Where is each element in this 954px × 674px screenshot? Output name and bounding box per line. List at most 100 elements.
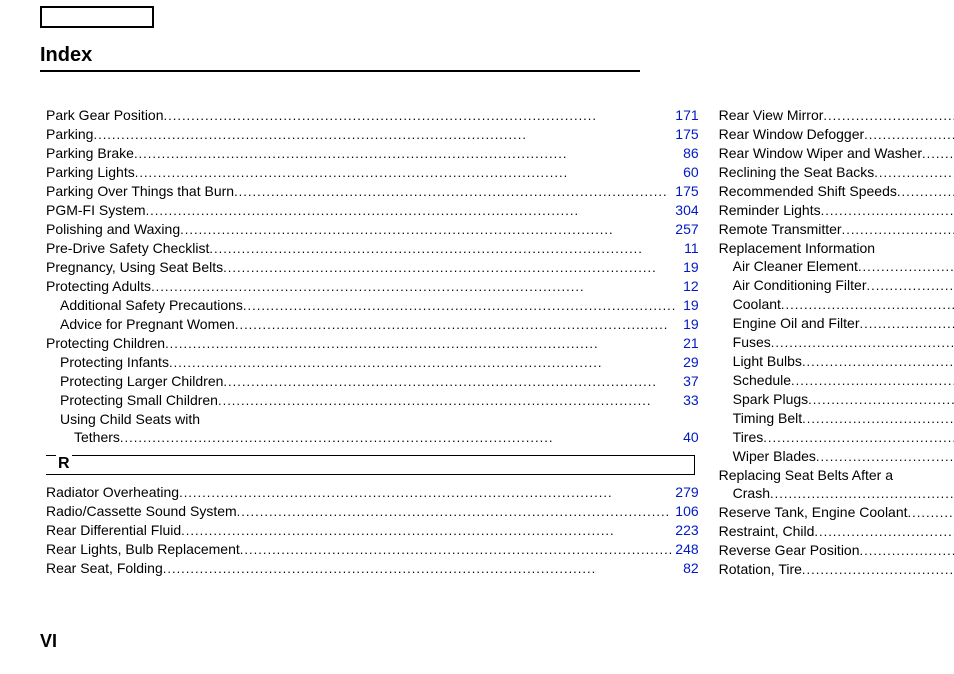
entry-label: Rear View Mirror bbox=[719, 106, 824, 124]
leader-dots bbox=[240, 541, 674, 559]
leader-dots bbox=[235, 316, 681, 334]
entry-page-link[interactable]: 248 bbox=[673, 540, 698, 558]
entry-label: Pregnancy, Using Seat Belts bbox=[46, 258, 223, 276]
page-footer: VI bbox=[40, 631, 57, 652]
entry-label: Using Child Seats with bbox=[60, 410, 200, 428]
entry-page-link[interactable]: 21 bbox=[681, 334, 699, 352]
entry-page-link[interactable]: 175 bbox=[673, 182, 698, 200]
section-box bbox=[46, 455, 695, 475]
leader-dots bbox=[821, 202, 954, 220]
index-entry: Reserve Tank, Engine Coolant156 bbox=[719, 503, 954, 522]
entry-page-link[interactable]: 171 bbox=[673, 106, 698, 124]
index-entry: Parking Brake86 bbox=[46, 144, 699, 163]
index-entry: Crash43 bbox=[719, 484, 954, 503]
index-entry: Remote Transmitter72 bbox=[719, 220, 954, 239]
section-letter: R bbox=[56, 455, 72, 473]
leader-dots bbox=[218, 392, 681, 410]
entry-label: Rear Window Defogger bbox=[719, 125, 865, 143]
entry-page-link[interactable]: 40 bbox=[681, 428, 699, 446]
entry-label: Wiper Blades bbox=[733, 447, 816, 465]
leader-dots bbox=[243, 297, 681, 315]
leader-dots bbox=[771, 334, 954, 352]
entry-page-link[interactable]: 257 bbox=[673, 220, 698, 238]
index-entry: Replacing Seat Belts After a bbox=[719, 466, 954, 484]
entry-page-link[interactable]: 37 bbox=[681, 372, 699, 390]
leader-dots bbox=[163, 560, 681, 578]
entry-page-link[interactable]: 60 bbox=[681, 163, 699, 181]
entry-label: Pre-Drive Safety Checklist bbox=[46, 239, 209, 257]
index-entry: Recommended Shift Speeds169 bbox=[719, 182, 954, 201]
index-entry: Using Child Seats with bbox=[46, 410, 699, 428]
index-entry: Rear Window Wiper and Washer63 bbox=[719, 144, 954, 163]
leader-dots bbox=[151, 278, 681, 296]
entry-page-link[interactable]: 86 bbox=[681, 144, 699, 162]
entry-label: Parking Over Things that Burn bbox=[46, 182, 234, 200]
index-entry: Protecting Adults12 bbox=[46, 277, 699, 296]
index-entry: Reclining the Seat Backs81 bbox=[719, 163, 954, 182]
index-entry: Coolant217 bbox=[719, 295, 954, 314]
index-entry: Replacement Information bbox=[719, 239, 954, 257]
index-entry: Spark Plugs227 bbox=[719, 390, 954, 409]
entry-page-link[interactable]: 19 bbox=[681, 315, 699, 333]
entry-page-link[interactable]: 279 bbox=[673, 483, 698, 501]
entry-label: Advice for Pregnant Women bbox=[60, 315, 235, 333]
leader-dots bbox=[781, 296, 954, 314]
column-2: Rear View Mirror85Rear Window Defogger63… bbox=[713, 106, 954, 624]
entry-page-link[interactable]: 19 bbox=[681, 296, 699, 314]
leader-dots bbox=[237, 503, 674, 521]
entry-page-link[interactable]: 33 bbox=[681, 391, 699, 409]
entry-page-link[interactable]: 106 bbox=[673, 502, 698, 520]
entry-label: Protecting Larger Children bbox=[60, 372, 223, 390]
entry-page-link[interactable]: 223 bbox=[673, 521, 698, 539]
leader-dots bbox=[93, 126, 673, 144]
leader-dots bbox=[120, 429, 681, 447]
index-entry: Restraint, Child21 bbox=[719, 522, 954, 541]
entry-label: Rear Differential Fluid bbox=[46, 521, 181, 539]
entry-page-link[interactable]: 12 bbox=[681, 277, 699, 295]
index-entry: Reverse Gear Position172 bbox=[719, 541, 954, 560]
entry-label: Tires bbox=[733, 428, 764, 446]
leader-dots bbox=[802, 561, 954, 579]
column-1: Park Gear Position171Parking175Parking B… bbox=[40, 106, 705, 624]
entry-label: Restraint, Child bbox=[719, 522, 815, 540]
index-entry: Pre-Drive Safety Checklist 11 bbox=[46, 239, 699, 258]
entry-page-link[interactable]: 19 bbox=[681, 258, 699, 276]
entry-label: Reserve Tank, Engine Coolant bbox=[719, 503, 908, 521]
leader-dots bbox=[164, 107, 674, 125]
entry-page-link[interactable]: 11 bbox=[682, 239, 699, 257]
index-entry: Parking Over Things that Burn 175 bbox=[46, 182, 699, 201]
entry-label: Reclining the Seat Backs bbox=[719, 163, 875, 181]
leader-dots bbox=[234, 183, 673, 201]
leader-dots bbox=[860, 542, 954, 560]
index-entry: Parking Lights60 bbox=[46, 163, 699, 182]
entry-label: Rotation, Tire bbox=[719, 560, 802, 578]
entry-label: Rear Lights, Bulb Replacement bbox=[46, 540, 240, 558]
entry-label: Replacing Seat Belts After a bbox=[719, 466, 893, 484]
index-entry: Air Conditioning Filter234 bbox=[719, 276, 954, 295]
index-entry: Tethers40 bbox=[46, 428, 699, 447]
entry-label: Radiator Overheating bbox=[46, 483, 179, 501]
entry-label: Coolant bbox=[733, 295, 781, 313]
entry-label: Polishing and Waxing bbox=[46, 220, 180, 238]
entry-page-link[interactable]: 304 bbox=[673, 201, 698, 219]
index-entry: Engine Oil and Filter213 bbox=[719, 314, 954, 333]
page-title: Index bbox=[40, 44, 92, 67]
entry-label: Remote Transmitter bbox=[719, 220, 842, 238]
entry-label: Engine Oil and Filter bbox=[733, 314, 860, 332]
entry-label: Rear Seat, Folding bbox=[46, 559, 163, 577]
index-entry: Rotation, Tire238 bbox=[719, 560, 954, 579]
entry-page-link[interactable]: 82 bbox=[681, 559, 699, 577]
index-entry: Rear Differential Fluid 223 bbox=[46, 521, 699, 540]
leader-dots bbox=[860, 315, 954, 333]
entry-label: Air Conditioning Filter bbox=[733, 276, 867, 294]
entry-page-link[interactable]: 175 bbox=[673, 125, 698, 143]
index-entry: Schedule202 bbox=[719, 371, 954, 390]
entry-label: Spark Plugs bbox=[733, 390, 808, 408]
entry-page-link[interactable]: 29 bbox=[681, 353, 699, 371]
entry-label: Light Bulbs bbox=[733, 352, 802, 370]
entry-label: Recommended Shift Speeds bbox=[719, 182, 897, 200]
leader-dots bbox=[874, 164, 954, 182]
leader-dots bbox=[802, 410, 954, 428]
title-underline bbox=[40, 70, 640, 72]
leader-dots bbox=[922, 145, 954, 163]
